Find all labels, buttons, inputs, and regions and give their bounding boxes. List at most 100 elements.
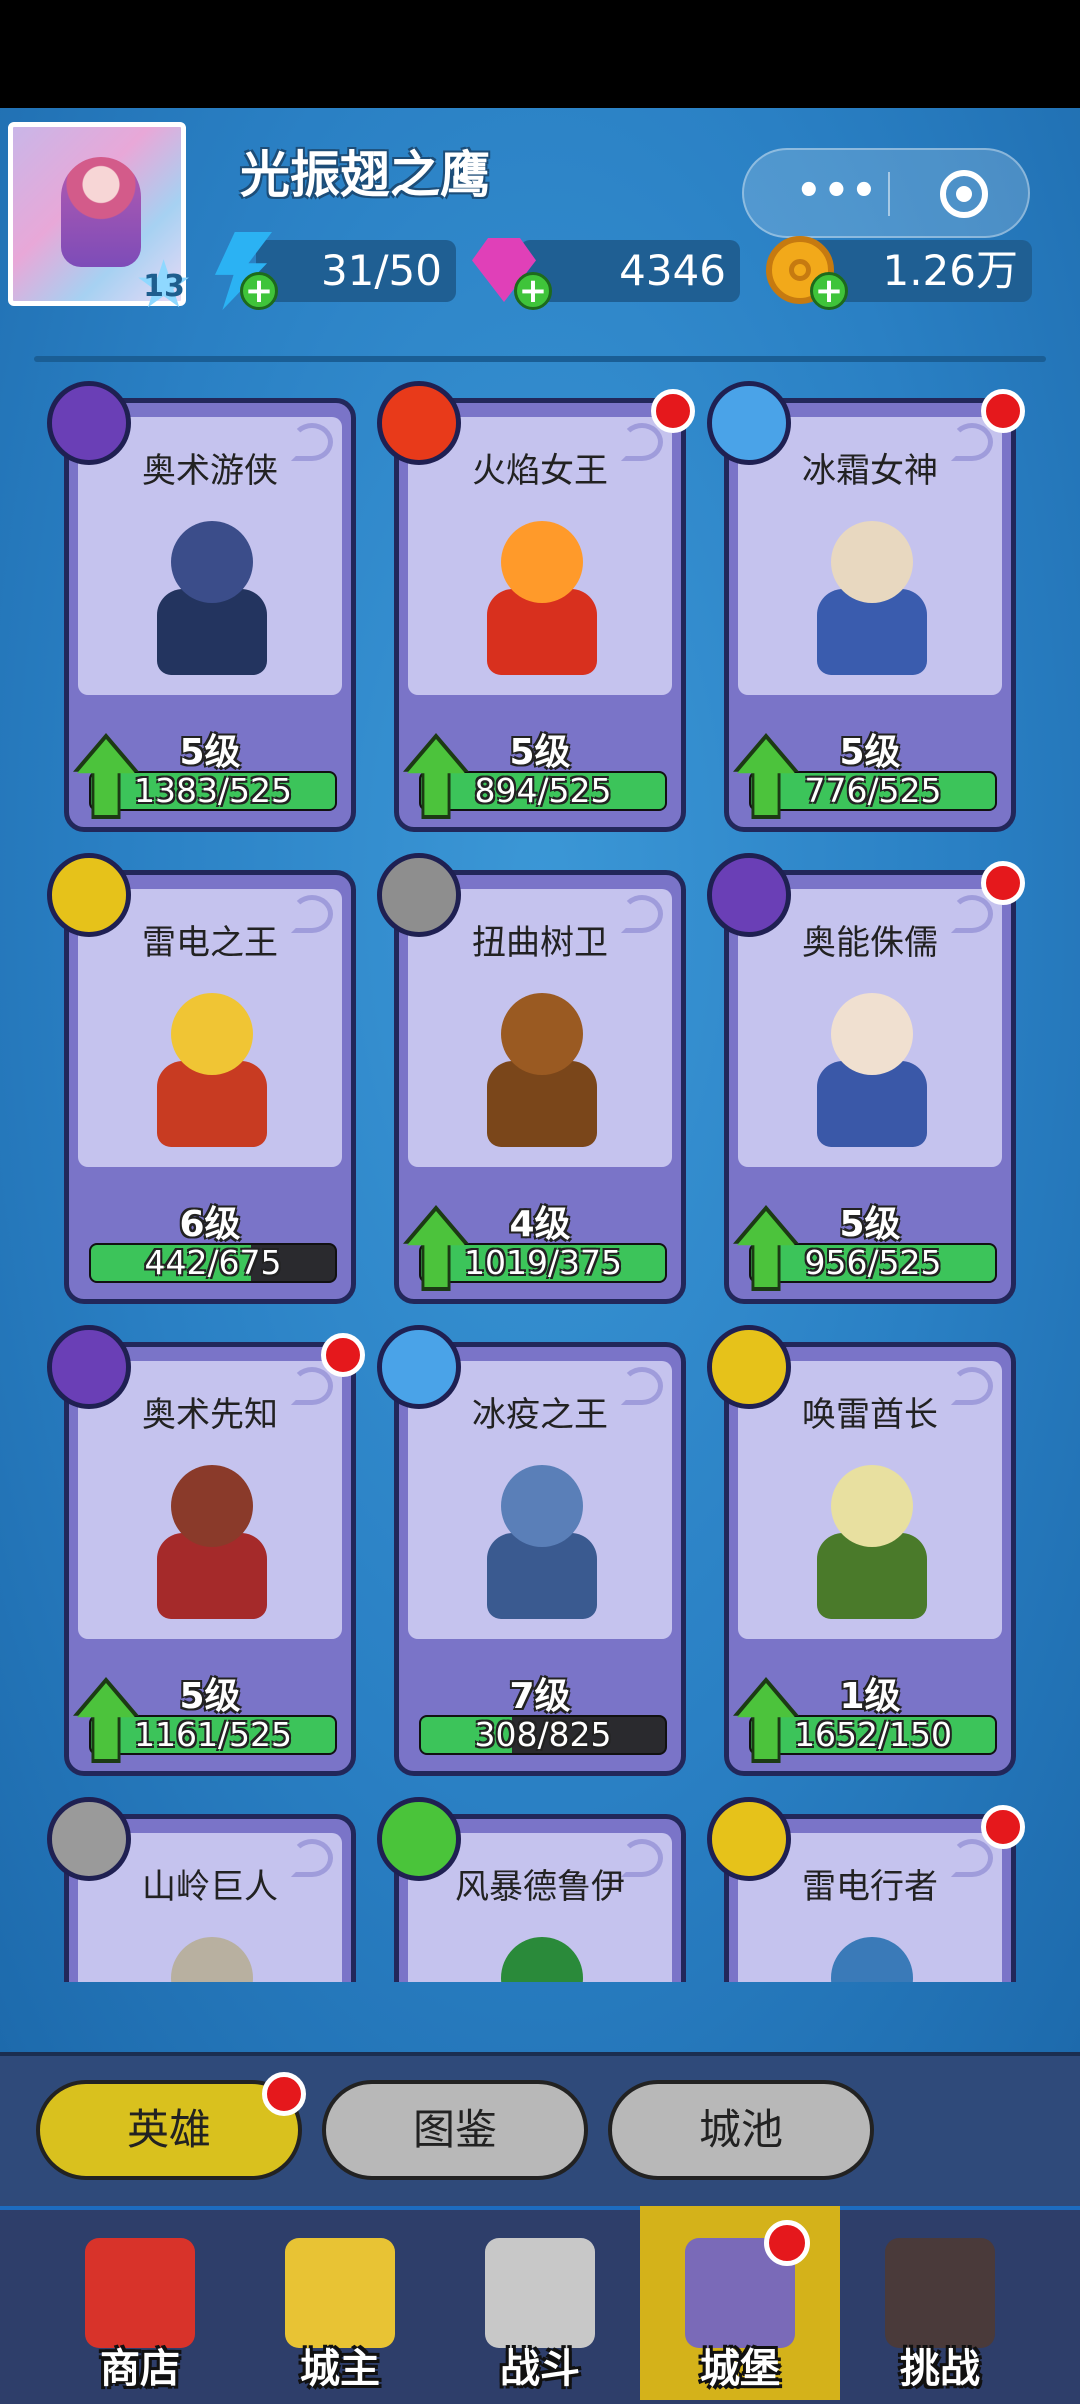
- hero-head: [501, 993, 583, 1075]
- subtab-label: 英雄: [126, 2105, 211, 2154]
- hero-head: [501, 521, 583, 603]
- hero-head: [831, 1937, 913, 1982]
- hero-card-progress-bar: 442/675: [89, 1243, 337, 1283]
- hero-card[interactable]: 奥术游侠 5级 1383/525: [47, 381, 356, 832]
- tab-3[interactable]: 城堡: [640, 2206, 840, 2400]
- hero-portrait: [791, 987, 951, 1155]
- whirlwind-icon: [377, 1797, 461, 1881]
- hero-level: 6级: [179, 1204, 241, 1245]
- notification-dot: [764, 2220, 810, 2266]
- hero-portrait: [461, 987, 621, 1155]
- tab-label: 城主: [300, 2346, 380, 2392]
- tab-label: 战斗: [500, 2346, 580, 2392]
- crossed-arrows-icon: [47, 1325, 131, 1409]
- hero-card-progress-bar: 1383/525: [89, 771, 337, 811]
- hero-card[interactable]: 冰霜女神 5级 776/525: [707, 381, 1025, 832]
- bow-arrows-icon: [47, 381, 131, 465]
- subtab-label: 图鉴: [412, 2105, 497, 2154]
- demon-icon: [885, 2238, 995, 2348]
- notification-dot: [981, 861, 1025, 905]
- hero-portrait: [131, 1459, 291, 1627]
- hero-head: [171, 521, 253, 603]
- miniprogram-capsule: •••: [742, 148, 1030, 238]
- hero-card[interactable]: 扭曲树卫 4级 1019/375: [377, 853, 686, 1304]
- rock-icon: [47, 1797, 131, 1881]
- lightning-icon: [47, 853, 131, 937]
- hero-card[interactable]: 雷电行者: [707, 1797, 1025, 1982]
- hero-card-progress: 956/525: [804, 1243, 942, 1282]
- hero-card-progress-bar: 776/525: [749, 771, 997, 811]
- lightning-icon: [707, 1797, 791, 1881]
- hero-card[interactable]: 风暴德鲁伊: [377, 1797, 686, 1982]
- ice-crystal-icon: [707, 381, 791, 465]
- hero-head: [171, 993, 253, 1075]
- hero-card-progress-bar: 956/525: [749, 1243, 997, 1283]
- shop-icon: [85, 2238, 195, 2348]
- player-level-badge: ★ 13: [134, 246, 194, 323]
- hero-card-progress: 1019/375: [463, 1243, 623, 1282]
- player-name: 光振翅之鹰: [240, 146, 490, 204]
- hero-card[interactable]: 唤雷酋长 1级 1652/150: [707, 1325, 1016, 1776]
- tab-4[interactable]: 挑战: [840, 2206, 1040, 2400]
- subtab-0[interactable]: 英雄: [36, 2072, 306, 2180]
- tab-0[interactable]: 商店: [40, 2206, 240, 2400]
- tab-label: 挑战: [900, 2346, 980, 2392]
- notification-dot: [981, 389, 1025, 433]
- tab-2[interactable]: 战斗: [440, 2206, 640, 2400]
- helmet-icon: [377, 853, 461, 937]
- hero-card[interactable]: 火焰女王 5级 894/525: [377, 381, 695, 832]
- hero-card-progress: 1383/525: [133, 771, 293, 810]
- hero-head: [171, 1937, 253, 1982]
- hero-card[interactable]: 山岭巨人: [47, 1797, 356, 1982]
- crown-icon: [285, 2238, 395, 2348]
- thunder-bolt-icon: [707, 1325, 791, 1409]
- hero-portrait: [791, 1931, 951, 1982]
- notification-dot: [651, 389, 695, 433]
- hero-card[interactable]: 奥术先知 5级 1161/525: [47, 1325, 365, 1776]
- hero-portrait: [461, 515, 621, 683]
- close-miniprogram-icon[interactable]: [940, 170, 988, 218]
- hero-head: [831, 521, 913, 603]
- hero-head: [501, 1465, 583, 1547]
- hero-card-progress: 1161/525: [133, 1715, 293, 1754]
- add-gems-button[interactable]: +: [514, 272, 552, 310]
- crossed-swords-icon: [485, 2238, 595, 2348]
- hero-portrait: [131, 987, 291, 1155]
- hero-portrait: [791, 1459, 951, 1627]
- tab-label: 商店: [100, 2346, 180, 2392]
- hero-portrait: [791, 515, 951, 683]
- hero-portrait: [461, 1459, 621, 1627]
- notification-dot: [262, 2072, 306, 2116]
- hero-head: [171, 1465, 253, 1547]
- more-options-icon[interactable]: •••: [796, 168, 879, 214]
- hero-portrait: [131, 515, 291, 683]
- hero-card-progress-bar: 1652/150: [749, 1715, 997, 1755]
- add-energy-button[interactable]: +: [240, 272, 278, 310]
- add-coins-button[interactable]: +: [810, 272, 848, 310]
- gem-counter: 4346: [520, 240, 740, 302]
- tab-label: 城堡: [700, 2346, 780, 2392]
- hero-card-progress-bar: 894/525: [419, 771, 667, 811]
- hero-card-progress: 1652/150: [793, 1715, 953, 1754]
- energy-counter: 31/50: [256, 240, 456, 302]
- hero-card-progress: 442/675: [144, 1243, 282, 1282]
- hero-card[interactable]: 冰疫之王 7级 308/825: [377, 1325, 686, 1776]
- frost-shards-icon: [377, 1325, 461, 1409]
- hero-card-progress: 776/525: [804, 771, 942, 810]
- subtab-2[interactable]: 城池: [608, 2080, 874, 2180]
- hero-card[interactable]: 奥能侏儒 5级 956/525: [707, 853, 1025, 1304]
- system-status-bar: [0, 0, 1080, 108]
- hero-head: [501, 1937, 583, 1982]
- tab-1[interactable]: 城主: [240, 2206, 440, 2400]
- subtab-label: 城池: [698, 2105, 783, 2154]
- subtab-1[interactable]: 图鉴: [322, 2080, 588, 2180]
- hero-head: [831, 993, 913, 1075]
- hero-card-progress: 894/525: [474, 771, 612, 810]
- hero-portrait: [131, 1931, 291, 1982]
- hero-card-progress-bar: 1161/525: [89, 1715, 337, 1755]
- hero-card[interactable]: 雷电之王 6级 442/675: [47, 853, 356, 1304]
- hero-card-progress: 308/825: [474, 1715, 612, 1754]
- fire-ring-icon: [377, 381, 461, 465]
- arcane-claw-icon: [707, 853, 791, 937]
- hero-card-progress-bar: 308/825: [419, 1715, 667, 1755]
